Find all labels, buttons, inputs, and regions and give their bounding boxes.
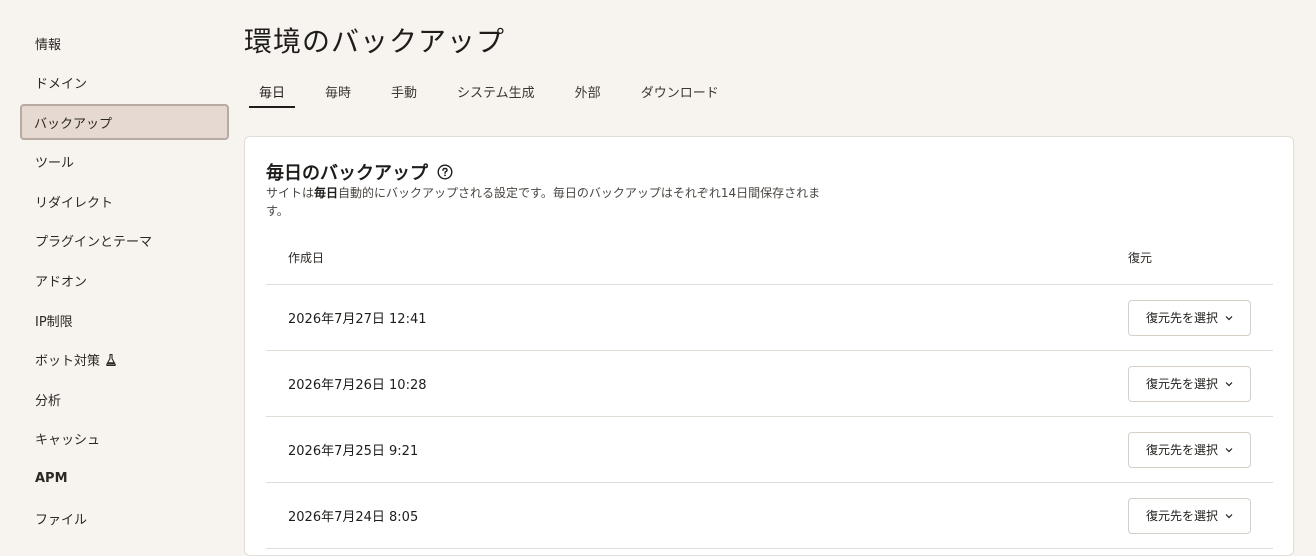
- restore-button-label: 復元先を選択: [1145, 509, 1218, 523]
- table-row: 2026年7月24日 8:05 復元先を選択: [266, 483, 1273, 549]
- sidebar-item-label: リダイレクト: [35, 195, 114, 211]
- tab-download[interactable]: ダウンロード: [631, 74, 729, 108]
- table-row: 2026年7月27日 12:41 復元先を選択: [266, 285, 1273, 351]
- chevron-down-icon: [1225, 513, 1233, 518]
- sidebar-item-label: APM: [35, 471, 68, 487]
- sidebar-item-label: ツール: [35, 156, 75, 172]
- sidebar-item-plugins-themes[interactable]: プラグインとテーマ: [20, 223, 229, 259]
- restore-select-button[interactable]: 復元先を選択: [1128, 431, 1251, 468]
- sidebar-item-cache[interactable]: キャッシュ: [20, 421, 229, 457]
- sidebar-item-label: キャッシュ: [35, 433, 101, 449]
- sidebar-item-ip-deny[interactable]: IP制限: [20, 302, 229, 338]
- sidebar-item-files[interactable]: ファイル: [20, 500, 229, 536]
- card-title-text: 毎日のバックアップ: [266, 163, 428, 184]
- sidebar-item-info[interactable]: 情報: [20, 25, 229, 61]
- page-title: 環境のバックアップ: [244, 25, 506, 58]
- tab-hourly[interactable]: 毎時: [315, 74, 361, 108]
- backup-tabs: 毎日 毎時 手動 システム生成 外部 ダウンロード: [249, 74, 749, 108]
- sidebar-item-label: ドメイン: [35, 77, 88, 93]
- backup-date: 2026年7月27日 12:41: [288, 312, 427, 327]
- sidebar-item-label: ボット対策: [35, 354, 101, 370]
- daily-backups-card: 毎日のバックアップ サイトは毎日自動的にバックアップされる設定です。毎日のバック…: [244, 136, 1294, 556]
- question-circle-icon[interactable]: [437, 164, 453, 180]
- chevron-down-icon: [1225, 447, 1233, 452]
- tab-system-generated[interactable]: システム生成: [447, 74, 545, 108]
- sidebar-item-label: IP制限: [35, 314, 73, 330]
- sidebar-item-apm[interactable]: APM: [20, 461, 229, 497]
- chevron-down-icon: [1225, 381, 1233, 386]
- restore-select-button[interactable]: 復元先を選択: [1128, 299, 1251, 336]
- sidebar-item-label: ファイル: [35, 512, 88, 528]
- restore-button-label: 復元先を選択: [1145, 377, 1218, 391]
- sidebar-item-addons[interactable]: アドオン: [20, 263, 229, 299]
- sidebar-item-label: 分析: [35, 393, 62, 409]
- card-description: サイトは毎日自動的にバックアップされる設定です。毎日のバックアップはそれぞれ14…: [266, 184, 836, 220]
- tab-daily[interactable]: 毎日: [249, 74, 296, 108]
- desc-bold: 毎日: [314, 186, 339, 200]
- flask-icon: [106, 353, 116, 366]
- restore-button-label: 復元先を選択: [1145, 311, 1218, 325]
- column-header-created: 作成日: [288, 250, 325, 265]
- restore-select-button[interactable]: 復元先を選択: [1128, 497, 1251, 534]
- sidebar-item-label: プラグインとテーマ: [35, 235, 153, 251]
- sidebar-item-analytics[interactable]: 分析: [20, 381, 229, 417]
- desc-suffix: 自動的にバックアップされる設定です。毎日のバックアップはそれぞれ14日間保存され…: [266, 186, 821, 218]
- tab-external[interactable]: 外部: [565, 74, 611, 108]
- backup-date: 2026年7月24日 8:05: [288, 510, 419, 525]
- sidebar-item-domains[interactable]: ドメイン: [20, 65, 229, 101]
- column-header-restore: 復元: [1128, 250, 1153, 265]
- sidebar-item-bot-protection[interactable]: ボット対策: [20, 342, 229, 378]
- desc-prefix: サイトは: [266, 186, 315, 200]
- sidebar: 情報 ドメイン バックアップ ツール リダイレクト プラグインとテーマ アドオン…: [20, 25, 229, 540]
- backup-date: 2026年7月26日 10:28: [288, 378, 427, 393]
- table-row: 2026年7月25日 9:21 復元先を選択: [266, 417, 1273, 483]
- sidebar-item-redirects[interactable]: リダイレクト: [20, 183, 229, 219]
- backup-date: 2026年7月25日 9:21: [288, 444, 419, 459]
- sidebar-item-backups[interactable]: バックアップ: [20, 104, 229, 141]
- restore-button-label: 復元先を選択: [1145, 443, 1218, 457]
- restore-select-button[interactable]: 復元先を選択: [1128, 365, 1251, 402]
- chevron-down-icon: [1225, 315, 1233, 320]
- sidebar-item-label: アドオン: [35, 275, 88, 291]
- table-row: 2026年7月26日 10:28 復元先を選択: [266, 351, 1273, 417]
- sidebar-item-label: バックアップ: [34, 116, 113, 132]
- card-title: 毎日のバックアップ: [266, 159, 453, 185]
- table-header: 作成日 復元: [266, 230, 1273, 285]
- backups-table: 作成日 復元 2026年7月27日 12:41 復元先を選択 2026年7月26…: [266, 230, 1273, 549]
- sidebar-item-tools[interactable]: ツール: [20, 144, 229, 180]
- tab-manual[interactable]: 手動: [381, 74, 427, 108]
- sidebar-item-label: 情報: [35, 37, 62, 53]
